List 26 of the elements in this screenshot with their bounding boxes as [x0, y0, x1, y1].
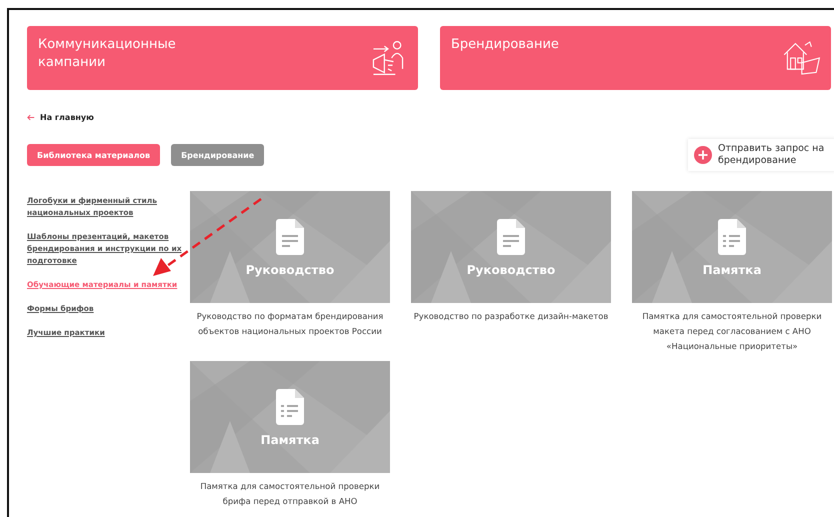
material-caption: Руководство по форматам брендирования объектов национальных проектов России — [196, 310, 384, 338]
material-caption: Руководство по разработке дизайн-макетов — [412, 310, 610, 323]
tab[interactable]: Брендирование — [171, 144, 264, 166]
checklist-document-icon — [276, 389, 304, 425]
checklist-document-icon — [718, 219, 746, 255]
material-caption: Памятка для самостоятельной проверки макета перед согласованием с АНО «Национальные приоритеты» — [641, 310, 823, 353]
material-type: Памятка — [702, 263, 762, 277]
section-title: Коммуникационные кампании — [38, 36, 177, 72]
section-card[interactable]: Коммуникационные кампании — [27, 26, 418, 90]
material-thumbnail[interactable]: Памятка — [190, 361, 390, 473]
material-thumbnail[interactable]: Руководство — [411, 191, 611, 303]
material-thumbnail[interactable]: Памятка — [632, 191, 832, 303]
material-thumbnail[interactable]: Руководство — [190, 191, 390, 303]
material-type: Памятка — [260, 433, 320, 447]
back-link[interactable]: На главную — [27, 113, 94, 122]
request-button[interactable]: Отправить запрос на брендирование — [688, 139, 834, 171]
section-card[interactable]: Брендирование — [440, 26, 831, 90]
section-title: Брендирование — [451, 36, 560, 54]
material-caption: Памятка для самостоятельной проверки брифа перед отправкой в АНО — [199, 480, 381, 508]
plus-icon — [694, 146, 712, 164]
back-arrow-icon — [27, 114, 35, 121]
document-icon — [276, 219, 304, 255]
document-icon — [497, 219, 525, 255]
material-type: Руководство — [466, 263, 556, 277]
material-type: Руководство — [246, 263, 334, 277]
tab[interactable]: Библиотека материалов — [27, 144, 160, 166]
